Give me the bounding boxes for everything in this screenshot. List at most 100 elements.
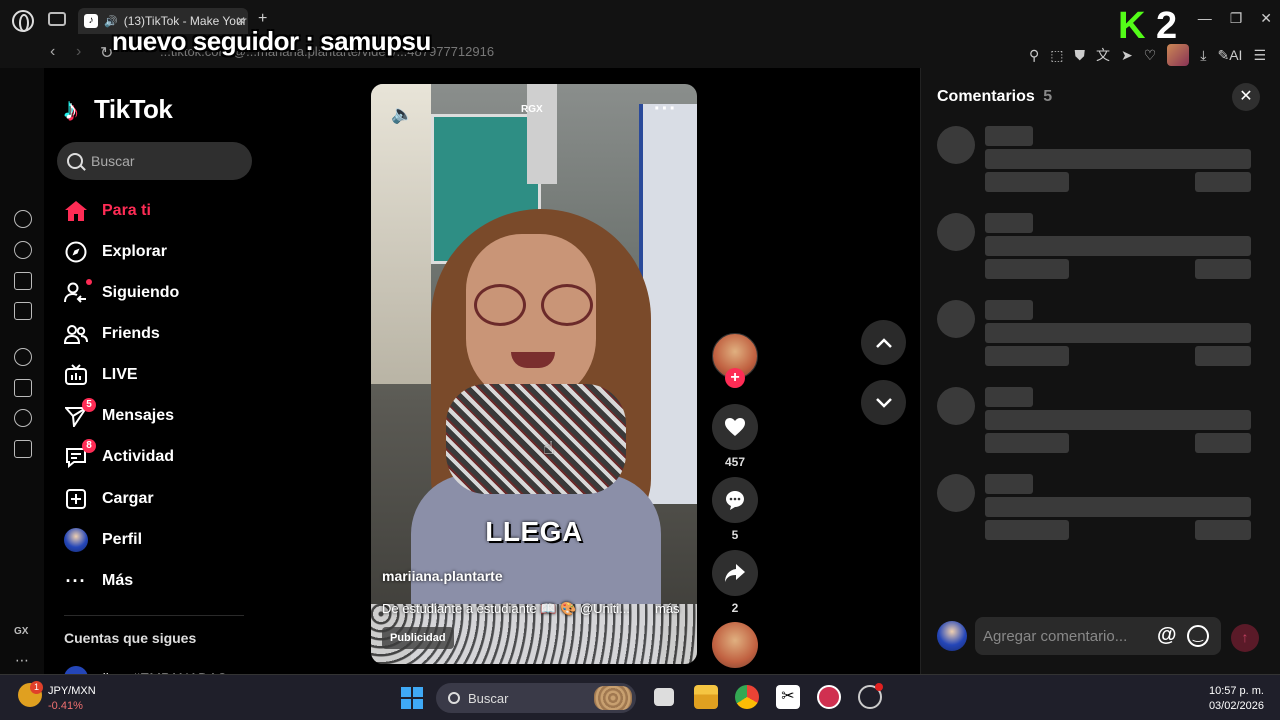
nav-para-ti[interactable]: Para ti	[64, 196, 151, 226]
opera-map-icon[interactable]	[14, 379, 32, 397]
comment-skeleton-text	[985, 323, 1251, 343]
task-view-icon[interactable]	[654, 688, 674, 706]
share-count: 2	[731, 601, 739, 615]
follow-plus-icon[interactable]: +	[725, 368, 745, 388]
profile-avatar-icon[interactable]	[1167, 44, 1190, 66]
close-icon[interactable]: ✕	[1260, 10, 1272, 27]
opera-news-icon[interactable]	[14, 272, 32, 290]
nav-friends[interactable]: Friends	[64, 319, 160, 349]
menu-icon[interactable]: ☰	[1253, 47, 1266, 64]
ai-icon[interactable]: ✎AI	[1217, 47, 1242, 64]
video-person-scarf	[446, 384, 626, 494]
video-player[interactable]: 🔈 RGX ··· ☝ LLEGA mariiana.plantarte De …	[371, 84, 697, 664]
emoji-icon[interactable]: ‿	[1187, 625, 1209, 647]
capcut-icon[interactable]: ✂	[776, 685, 800, 709]
comment-skeleton-name	[985, 300, 1033, 320]
nav-label: Explorar	[102, 243, 167, 260]
opera-help-icon[interactable]	[14, 210, 32, 228]
comment-skeleton-name	[985, 387, 1033, 407]
music-disc-avatar[interactable]	[712, 622, 758, 668]
nav-siguiendo[interactable]: Siguiendo	[64, 278, 179, 308]
opera-logo-icon[interactable]	[12, 10, 34, 32]
comment-skeleton-meta	[985, 172, 1069, 192]
search-highlight-art	[594, 686, 632, 710]
shield-icon[interactable]: ⛊	[1074, 47, 1085, 64]
upload-icon	[64, 487, 88, 511]
nav-label: Para ti	[102, 202, 151, 219]
tiktok-logo[interactable]: ♪ TikTok	[64, 94, 173, 125]
chrome-icon[interactable]	[735, 685, 759, 709]
volume-icon[interactable]: 🔈	[391, 104, 413, 125]
windows-taskbar: 1 JPY/MXN -0.41% Buscar ✂ 10:57 p. m. 03…	[0, 674, 1280, 720]
activity-badge: 8	[82, 439, 96, 453]
comment-skeleton-avatar	[937, 474, 975, 512]
back-icon[interactable]: ‹	[50, 43, 55, 61]
nav-live[interactable]: LIVE	[64, 360, 138, 390]
like-button[interactable]	[712, 404, 758, 450]
comment-skeleton-avatar	[937, 126, 975, 164]
taskbar-search[interactable]: Buscar	[436, 683, 636, 713]
comment-skeleton-name	[985, 213, 1033, 233]
search-input[interactable]	[91, 153, 231, 169]
currency-pair[interactable]: JPY/MXN	[48, 685, 96, 697]
video-username[interactable]: mariiana.plantarte	[382, 568, 503, 584]
taskbar-clock[interactable]: 10:57 p. m. 03/02/2026	[1209, 684, 1264, 714]
opera-sidebar	[0, 68, 44, 674]
comment-skeleton-meta	[985, 346, 1069, 366]
opera-hotkeys-icon[interactable]	[14, 241, 32, 259]
nav-label: LIVE	[102, 366, 138, 383]
heart-icon[interactable]: ♡	[1144, 47, 1157, 64]
activity-icon: 8	[64, 439, 96, 469]
share-button[interactable]	[712, 550, 758, 596]
opera-more-icon[interactable]: ⋯	[15, 652, 29, 669]
snapshot-icon[interactable]: ⬚	[1050, 47, 1063, 64]
gx-label[interactable]: GX	[14, 626, 28, 637]
pin-icon[interactable]: ⚲	[1029, 47, 1039, 64]
nav-explorar[interactable]: Explorar	[64, 237, 167, 267]
maximize-icon[interactable]: ❐	[1230, 10, 1243, 27]
nav-mas[interactable]: ··· Más	[64, 566, 134, 596]
nav-label: Friends	[102, 325, 160, 342]
nav-perfil[interactable]: Perfil	[64, 525, 142, 555]
tab-island-icon[interactable]	[48, 12, 66, 26]
close-comments-button[interactable]: ✕	[1232, 83, 1260, 111]
download-icon[interactable]: ⤓	[1200, 47, 1206, 64]
video-more-link[interactable]: más	[655, 601, 680, 616]
opera-bug-icon[interactable]	[14, 409, 32, 427]
comment-skeleton-text	[985, 410, 1251, 430]
previous-video-button[interactable]	[861, 320, 906, 365]
translate-icon[interactable]: 文	[1096, 45, 1110, 65]
clock-time: 10:57 p. m.	[1208, 685, 1264, 697]
opera-controller-icon[interactable]	[14, 302, 32, 320]
send-comment-button[interactable]: ↑	[1231, 624, 1259, 652]
search-bar[interactable]	[57, 142, 252, 180]
tiktok-wordmark: TikTok	[94, 94, 173, 124]
nav-mensajes[interactable]: 5 Mensajes	[64, 398, 174, 431]
comment-input[interactable]	[983, 627, 1163, 645]
minimize-icon[interactable]: —	[1198, 10, 1212, 27]
forward-icon[interactable]: ›	[76, 43, 81, 61]
comment-skeleton-meta	[985, 259, 1069, 279]
comment-input-box[interactable]	[975, 617, 1221, 655]
nav-cargar[interactable]: Cargar	[64, 484, 154, 514]
comment-skeleton-name	[985, 126, 1033, 146]
nav-divider	[64, 615, 244, 616]
opera-mod-icon[interactable]	[14, 440, 32, 458]
comment-button[interactable]	[712, 477, 758, 523]
opera-gx-taskbar-icon[interactable]	[817, 685, 841, 709]
window-controls: — ❐ ✕	[1198, 10, 1272, 27]
file-explorer-icon[interactable]	[694, 685, 718, 709]
start-tile	[413, 699, 423, 709]
taskbar-search-label: Buscar	[468, 690, 509, 706]
nav-actividad[interactable]: 8 Actividad	[64, 439, 174, 472]
comment-skeleton-text	[985, 236, 1251, 256]
next-video-button[interactable]	[861, 380, 906, 425]
opera-player-icon[interactable]	[14, 348, 32, 366]
hand-cursor-icon: ☝	[543, 438, 554, 458]
comment-skeleton-avatar	[937, 300, 975, 338]
send-icon[interactable]: ➤	[1121, 47, 1133, 64]
avatar	[64, 528, 88, 552]
video-more-icon[interactable]: ···	[654, 98, 677, 121]
windows-start-icon[interactable]	[401, 687, 423, 709]
mention-icon[interactable]: @	[1157, 624, 1177, 647]
